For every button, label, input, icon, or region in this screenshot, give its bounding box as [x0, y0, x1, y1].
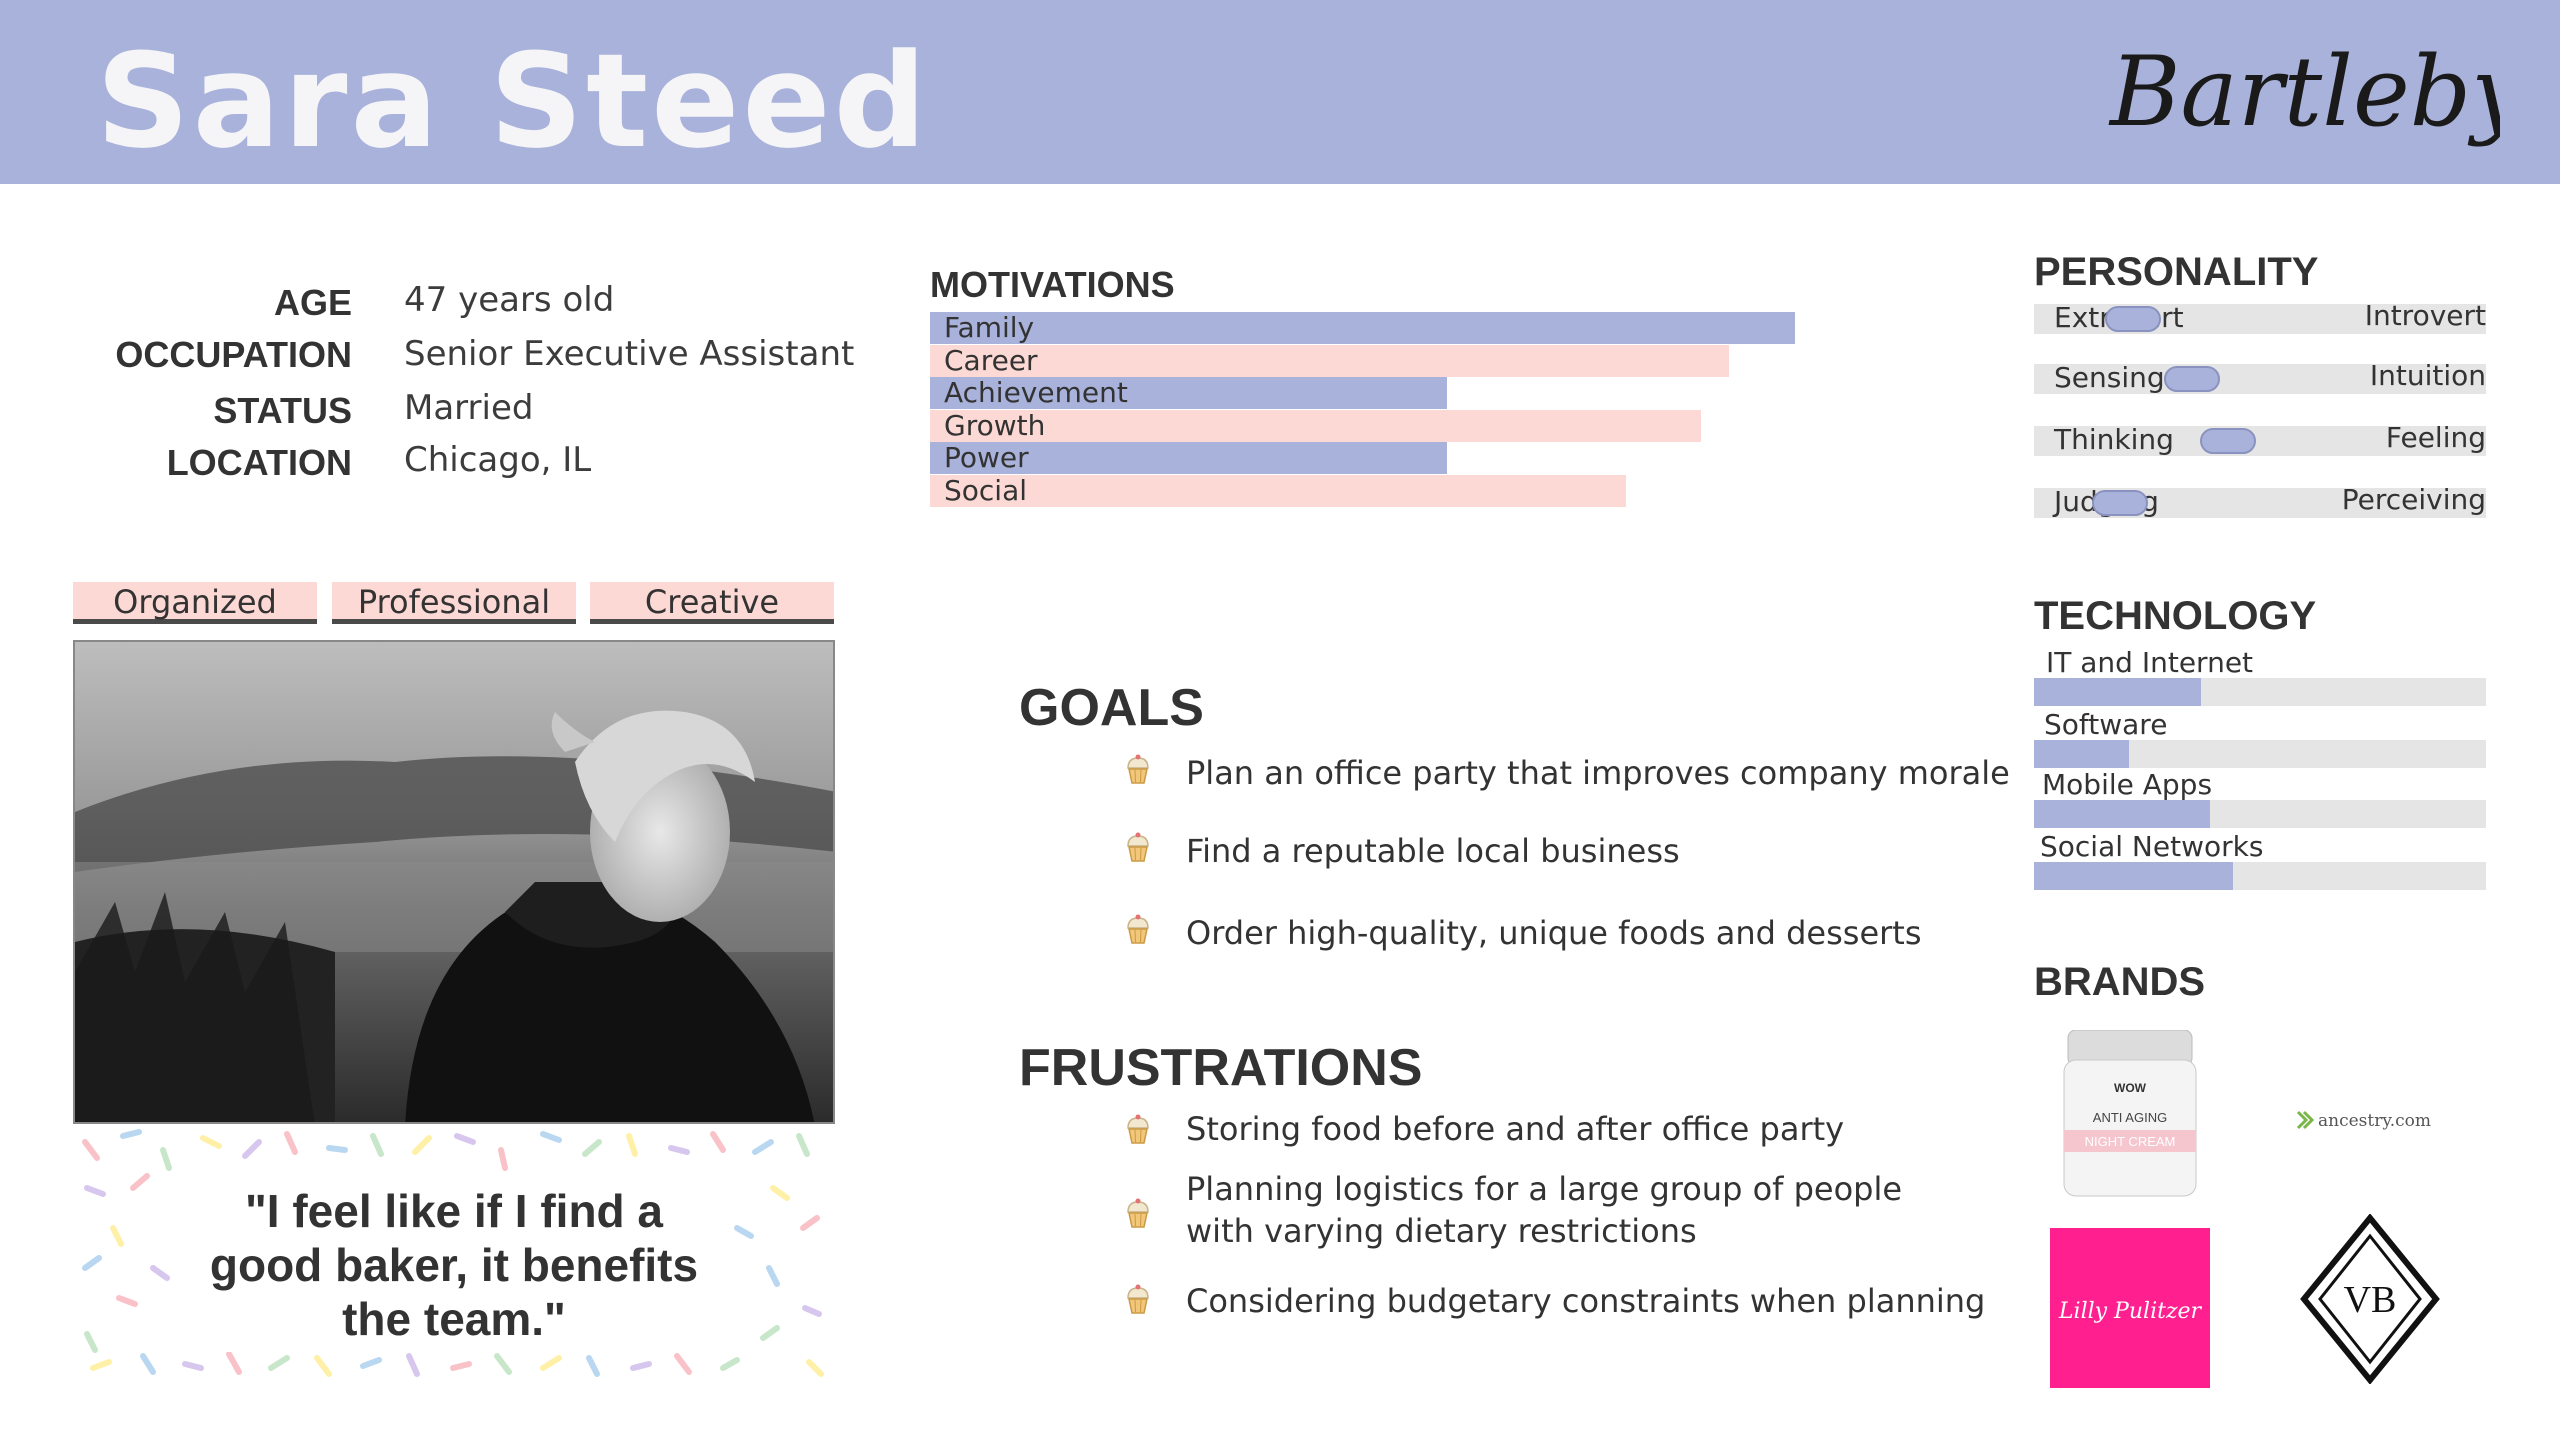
personality-right-label: Intuition: [2369, 359, 2486, 392]
brand-lilly-pulitzer: Lilly Pulitzer: [2050, 1228, 2210, 1388]
frustrations-title: FRUSTRATIONS: [1019, 1039, 1423, 1097]
wow-anti-aging-text: ANTI AGING: [2093, 1110, 2167, 1125]
wow-night-cream-text: NIGHT CREAM: [2085, 1134, 2176, 1149]
technology-title: TECHNOLOGY: [2034, 594, 2317, 638]
personality-right-label: Introvert: [2364, 299, 2486, 332]
trait-organized: Organized: [73, 582, 317, 624]
technology-label: Social Networks: [2040, 830, 2264, 863]
personality-title: PERSONALITY: [2034, 250, 2319, 294]
lilly-pulitzer-text: Lilly Pulitzer: [2058, 1299, 2203, 1324]
location-value: Chicago, IL: [404, 440, 592, 480]
cupcake-icon: [1127, 754, 1149, 784]
motivation-label: Social: [944, 474, 1028, 507]
technology-fill: [2034, 740, 2129, 768]
personality-knob: [2200, 428, 2256, 454]
personality-left-label: Thinking: [2054, 423, 2174, 456]
brand-ancestry: ancestry.com: [2296, 1110, 2431, 1131]
technology-track: [2034, 800, 2486, 828]
persona-name: Sara Steed: [96, 25, 930, 177]
motivation-bar-career: [930, 344, 1729, 377]
personality-knob: [2105, 306, 2161, 332]
trait-professional: Professional: [332, 582, 576, 624]
technology-fill: [2034, 800, 2210, 828]
location-label: LOCATION: [166, 442, 352, 483]
brands-title: BRANDS: [2034, 960, 2206, 1004]
status-value: Married: [404, 388, 534, 428]
technology-fill: [2034, 678, 2201, 706]
ancestry-text: ancestry.com: [2318, 1111, 2431, 1131]
motivation-label: Power: [944, 441, 1029, 475]
personality-knob: [2092, 490, 2148, 516]
technology-label: IT and Internet: [2046, 646, 2254, 679]
motivation-bar-family: [930, 312, 1795, 344]
personality-left-label: Sensing: [2054, 361, 2165, 394]
cupcake-icon: [1127, 1114, 1149, 1144]
technology-track: [2034, 740, 2486, 768]
age-value: 47 years old: [404, 280, 615, 320]
technology-track: [2034, 862, 2486, 890]
technology-label: Mobile Apps: [2042, 768, 2213, 801]
frustrations-item: Storing food before and after office par…: [1186, 1110, 1845, 1148]
header-banner: Sara Steed Bartleby's: [0, 0, 2560, 184]
motivation-bar-social: [930, 475, 1626, 507]
motivation-bar-growth: [930, 409, 1701, 442]
bartlebys-logo: Bartleby's: [2108, 36, 2500, 148]
age-label: AGE: [273, 282, 352, 323]
frustrations-item: Considering budgetary constraints when p…: [1186, 1282, 1986, 1320]
goals-item: Order high-quality, unique foods and des…: [1186, 914, 1922, 952]
personality-right-label: Feeling: [2385, 421, 2486, 454]
motivation-label: Career: [944, 343, 1038, 377]
logo-text: Bartleby's: [2108, 36, 2500, 148]
persona-quote: "I feel like if I find a good baker, it …: [183, 1178, 725, 1352]
technology-fill: [2034, 862, 2233, 890]
goals-item: Plan an office party that improves compa…: [1186, 754, 2010, 792]
technology-label: Software: [2044, 708, 2168, 741]
motivation-label: Growth: [944, 408, 1046, 442]
cupcake-icon: [1127, 1284, 1149, 1314]
wow-brand-text: WOW: [2114, 1081, 2147, 1095]
status-label: STATUS: [213, 390, 352, 431]
motivation-label: Achievement: [944, 376, 1128, 410]
motivation-label: Family: [944, 311, 1035, 344]
trait-creative: Creative: [590, 582, 834, 624]
ancestry-leaf-icon: [2296, 1110, 2315, 1130]
brand-vb: VB: [2300, 1214, 2440, 1384]
personality-right-label: Perceiving: [2341, 483, 2486, 516]
frustrations-item: Planning logistics for a large group of …: [1186, 1170, 1903, 1250]
cupcake-icon: [1127, 832, 1149, 862]
cupcake-icon: [1127, 914, 1149, 944]
occupation-label: OCCUPATION: [115, 334, 352, 375]
quote-box: "I feel like if I find a good baker, it …: [73, 1128, 835, 1380]
goals-item: Find a reputable local business: [1186, 832, 1680, 870]
occupation-value: Senior Executive Assistant: [404, 334, 855, 374]
personality-knob: [2164, 366, 2220, 392]
vb-text: VB: [2344, 1279, 2397, 1321]
persona-photo: [73, 640, 835, 1124]
cupcake-icon: [1127, 1198, 1149, 1228]
goals-title: GOALS: [1019, 679, 1204, 737]
brand-wow-night-cream: WOW ANTI AGING NIGHT CREAM: [2063, 1030, 2197, 1197]
technology-track: [2034, 678, 2486, 706]
motivations-title: MOTIVATIONS: [930, 264, 1175, 305]
